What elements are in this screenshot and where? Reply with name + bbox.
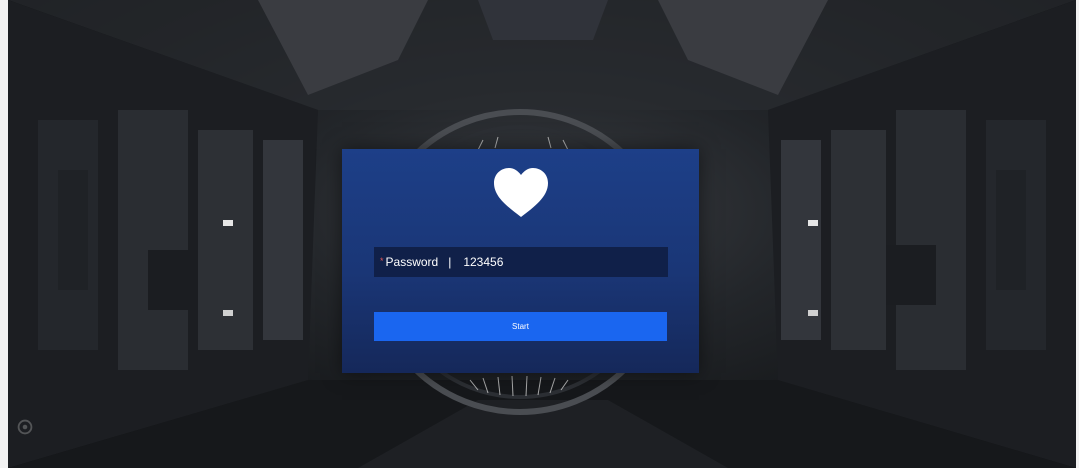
- heart-icon: [492, 167, 550, 219]
- field-separator: |: [448, 255, 452, 269]
- password-field: * Password |: [374, 247, 668, 277]
- password-label: Password: [385, 255, 439, 269]
- login-panel: * Password | Start: [342, 149, 699, 373]
- background-scene: * Password | Start: [8, 0, 1076, 468]
- required-mark: *: [380, 256, 384, 266]
- gear-icon: [17, 419, 33, 435]
- password-input[interactable]: [463, 255, 644, 269]
- start-button[interactable]: Start: [374, 312, 667, 341]
